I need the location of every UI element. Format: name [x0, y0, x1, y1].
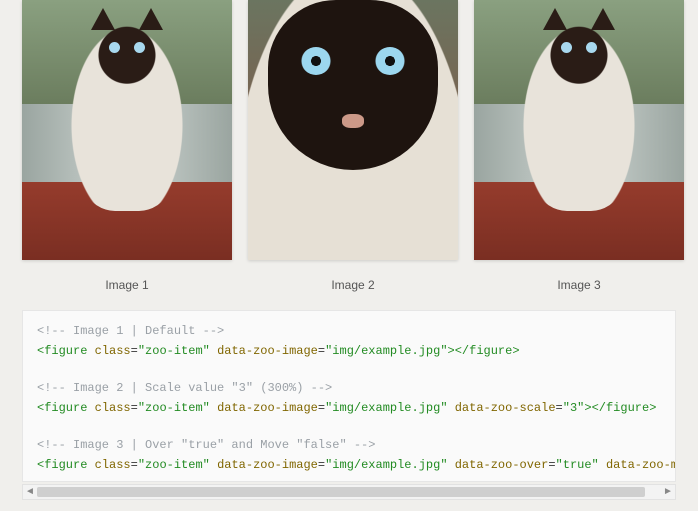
scrollbar-thumb[interactable] [37, 487, 645, 497]
example-image-3[interactable] [474, 0, 684, 260]
image-gallery: Image 1 Image 2 Image 3 [0, 0, 698, 292]
example-image-1[interactable] [22, 0, 232, 260]
image-caption-2: Image 2 [331, 278, 374, 292]
code-line-1: <figure class="zoo-item" data-zoo-image=… [37, 341, 661, 361]
scroll-left-icon[interactable]: ◄ [25, 487, 35, 497]
example-image-2[interactable] [248, 0, 458, 260]
code-line-2: <figure class="zoo-item" data-zoo-image=… [37, 398, 661, 418]
scroll-right-icon[interactable]: ► [663, 487, 673, 497]
image-caption-3: Image 3 [557, 278, 600, 292]
gallery-item-1: Image 1 [22, 0, 232, 292]
code-example-panel: <!-- Image 1 | Default --> <figure class… [22, 310, 676, 482]
code-comment-2: <!-- Image 2 | Scale value "3" (300%) --… [37, 378, 661, 398]
horizontal-scrollbar[interactable]: ◄ ► [22, 484, 676, 500]
gallery-item-3: Image 3 [474, 0, 684, 292]
code-comment-3: <!-- Image 3 | Over "true" and Move "fal… [37, 435, 661, 455]
code-line-3: <figure class="zoo-item" data-zoo-image=… [37, 455, 661, 475]
image-caption-1: Image 1 [105, 278, 148, 292]
gallery-item-2: Image 2 [248, 0, 458, 292]
code-comment-1: <!-- Image 1 | Default --> [37, 321, 661, 341]
